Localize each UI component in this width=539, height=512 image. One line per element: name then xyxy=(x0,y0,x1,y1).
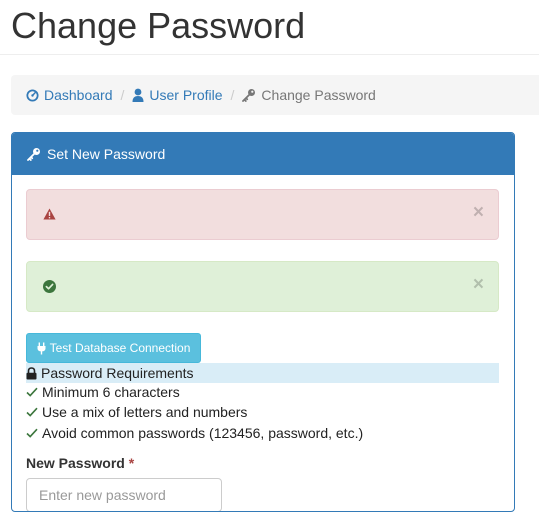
key-icon xyxy=(242,89,256,102)
key-icon xyxy=(27,148,40,161)
password-requirements-heading: Password Requirements xyxy=(26,363,499,383)
check-icon xyxy=(26,407,38,417)
breadcrumb-separator: / xyxy=(120,87,125,103)
requirement-item: Use a mix of letters and numbers xyxy=(26,404,247,420)
close-icon[interactable]: × xyxy=(473,203,484,223)
test-database-connection-label: Test Database Connection xyxy=(49,341,191,355)
new-password-input[interactable] xyxy=(26,478,222,511)
check-icon xyxy=(26,387,38,397)
breadcrumb-dashboard[interactable]: Dashboard xyxy=(26,87,113,103)
breadcrumb: Dashboard / User Profile / Change Passwo… xyxy=(11,75,539,115)
panel-title: Set New Password xyxy=(47,146,166,162)
alert-success: × xyxy=(26,261,499,312)
breadcrumb-change-password-label: Change Password xyxy=(261,87,376,103)
requirement-text: Minimum 6 characters xyxy=(42,384,180,400)
breadcrumb-change-password: Change Password xyxy=(242,87,376,103)
lock-icon xyxy=(26,366,37,379)
plug-icon xyxy=(37,342,46,354)
requirement-item: Avoid common passwords (123456, password… xyxy=(26,425,363,441)
page-title: Change Password xyxy=(11,5,306,46)
check-icon xyxy=(26,428,38,438)
warning-icon xyxy=(43,208,56,220)
breadcrumb-dashboard-label: Dashboard xyxy=(44,87,113,103)
breadcrumb-separator: / xyxy=(230,87,235,103)
close-icon[interactable]: × xyxy=(473,275,484,295)
check-circle-icon xyxy=(43,280,56,293)
dashboard-icon xyxy=(26,88,39,102)
alert-danger: × xyxy=(26,189,499,240)
requirement-text: Use a mix of letters and numbers xyxy=(42,404,248,420)
test-database-connection-button[interactable]: Test Database Connection xyxy=(26,333,201,363)
breadcrumb-user-profile[interactable]: User Profile xyxy=(132,87,223,103)
requirement-text: Avoid common passwords (123456, password… xyxy=(42,425,364,441)
title-divider xyxy=(0,54,539,55)
user-icon xyxy=(132,88,144,102)
new-password-label: New Password * xyxy=(26,455,134,471)
password-requirements-title: Password Requirements xyxy=(41,365,194,381)
panel-heading: Set New Password xyxy=(12,133,514,175)
new-password-label-text: New Password xyxy=(26,455,125,471)
set-password-panel: Set New Password × × Test Database Conne… xyxy=(11,132,515,512)
required-marker: * xyxy=(128,455,135,471)
breadcrumb-user-profile-label: User Profile xyxy=(149,87,223,103)
requirement-item: Minimum 6 characters xyxy=(26,384,180,400)
